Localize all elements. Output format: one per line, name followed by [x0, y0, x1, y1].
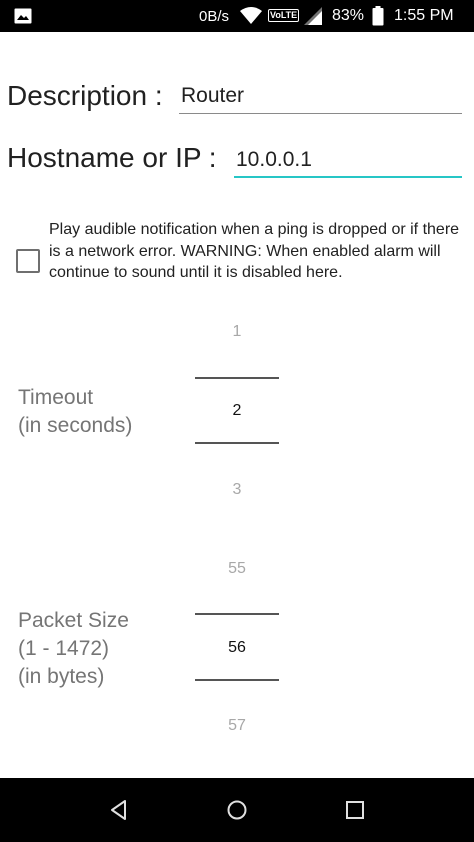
description-field[interactable]: Router [179, 80, 462, 114]
packet-size-label-line1: Packet Size [18, 609, 129, 632]
navigation-bar [0, 778, 474, 842]
status-bar: 0B/s VoLTE 83% 1:55 PM [0, 0, 474, 32]
home-icon[interactable] [225, 798, 249, 822]
back-icon[interactable] [107, 798, 131, 822]
description-underline [179, 113, 462, 114]
alarm-description: Play audible notification when a ping is… [49, 221, 460, 281]
timeout-label-line2: (in seconds) [18, 414, 133, 437]
volte-badge: VoLTE [268, 9, 300, 22]
timeout-divider-top [195, 377, 279, 379]
hostname-underline [234, 176, 462, 178]
packet-size-current-value[interactable]: 56 [195, 639, 279, 657]
description-label: Description : [7, 80, 163, 111]
packet-size-label-line2: (1 - 1472) [18, 637, 110, 660]
timeout-prev-value[interactable]: 1 [195, 323, 279, 341]
screen: 0B/s VoLTE 83% 1:55 PM Description : Rou… [0, 0, 474, 842]
alarm-checkbox[interactable] [16, 249, 40, 273]
battery-percent: 83% [332, 7, 365, 24]
timeout-label: Timeout (in seconds) [18, 384, 132, 440]
gallery-icon [14, 8, 32, 24]
hostname-value: 10.0.0.1 [236, 148, 312, 171]
timeout-divider-bottom [195, 442, 279, 444]
packet-size-next-value[interactable]: 57 [195, 717, 279, 735]
signal-icon [304, 7, 322, 25]
packet-size-label: Packet Size (1 - 1472) (in bytes) [18, 607, 129, 691]
packet-size-divider-top [195, 613, 279, 615]
timeout-next-value[interactable]: 3 [195, 481, 279, 499]
network-speed: 0B/s [199, 8, 230, 25]
description-value: Router [181, 84, 245, 107]
battery-icon [372, 6, 384, 26]
recents-icon[interactable] [343, 798, 367, 822]
wifi-icon [240, 7, 262, 24]
packet-size-label-line3: (in bytes) [18, 665, 105, 688]
packet-size-divider-bottom [195, 679, 279, 681]
clock: 1:55 PM [394, 7, 454, 24]
hostname-field[interactable]: 10.0.0.1 [234, 141, 462, 178]
timeout-current-value[interactable]: 2 [195, 402, 279, 420]
timeout-label-line1: Timeout [18, 386, 94, 409]
hostname-label: Hostname or IP : [7, 142, 217, 173]
packet-size-prev-value[interactable]: 55 [195, 560, 279, 578]
